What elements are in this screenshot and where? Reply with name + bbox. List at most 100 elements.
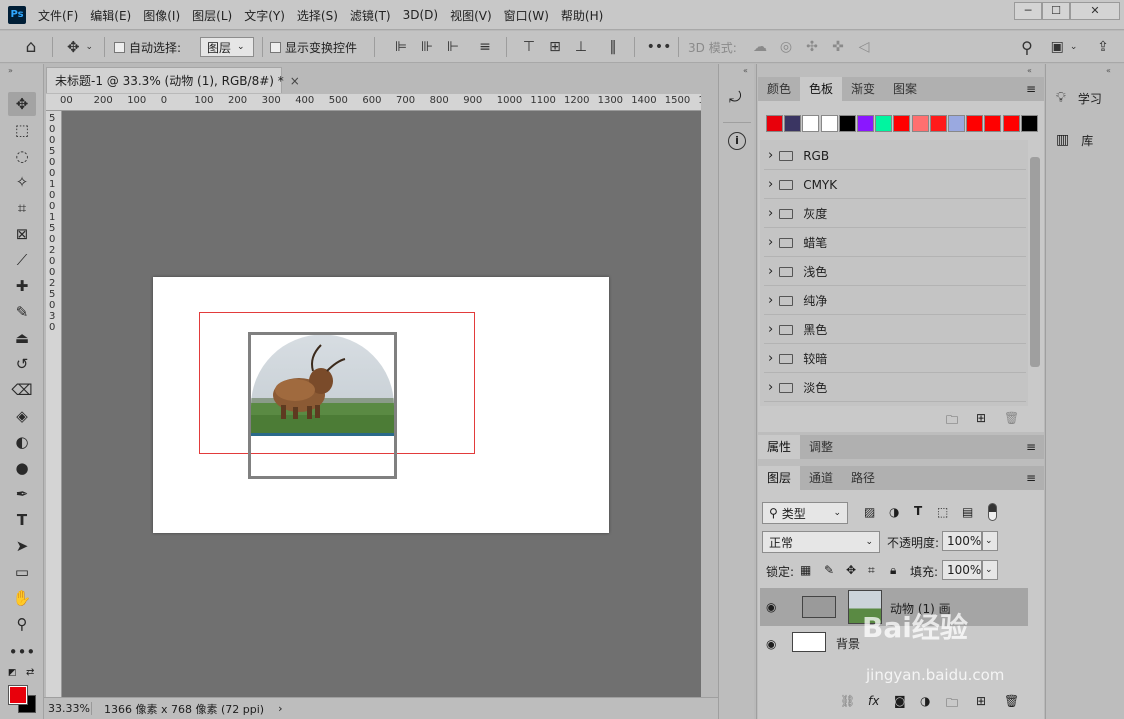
lock-image-icon[interactable]: ✎ [824,563,834,577]
zoom-tool-icon[interactable]: ⚲ [8,612,36,636]
color-swatch[interactable] [893,115,911,132]
close-window-button[interactable]: ✕ [1070,2,1120,20]
tab-paths[interactable]: 路径 [842,466,884,490]
color-swatch[interactable] [1020,115,1038,132]
color-swatch[interactable] [1002,115,1020,132]
filter-pixel-icon[interactable]: ▨ [864,505,875,519]
menu-help[interactable]: 帮助(H) [555,7,609,24]
learn-item[interactable]: 💡︎ 学习 [1046,82,1124,114]
link-layers-icon[interactable]: ⛓ [840,694,855,708]
layer-name[interactable]: 背景 [836,635,860,652]
panel-collapse-icon[interactable]: « [1106,66,1111,75]
swatch-group-row[interactable]: › RGB [764,142,1026,170]
chevron-right-icon[interactable]: › [768,148,773,163]
brush-tool-icon[interactable]: ✎ [8,300,36,324]
rectangle-tool-icon[interactable]: ▭ [8,560,36,584]
move-tool-preset-icon[interactable]: ✥ ⌄ [60,31,100,63]
panel-collapse-icon[interactable]: « [743,66,748,75]
panel-menu-icon[interactable]: ≡ [1026,82,1036,96]
adjustment-layer-icon[interactable]: ◑ [920,694,930,708]
chevron-right-icon[interactable]: › [768,351,773,366]
swatch-group-row[interactable]: › 蜡笔 [764,229,1026,257]
swatch-group-row[interactable]: › 淡色 [764,374,1026,402]
tab-layers[interactable]: 图层 [758,466,801,490]
add-mask-icon[interactable]: ◙ [894,694,906,708]
status-menu-icon[interactable]: › [278,702,282,715]
edit-toolbar-icon[interactable]: ••• [8,640,36,664]
align-top-icon[interactable]: ⊤ [516,31,542,63]
color-swatch[interactable] [857,115,874,132]
maximize-button[interactable]: ☐ [1042,2,1070,20]
swatch-group-row[interactable]: › CMYK [764,171,1026,199]
menu-filter[interactable]: 滤镜(T) [344,7,397,24]
magic-wand-tool-icon[interactable]: ✧ [8,170,36,194]
color-swatch[interactable] [984,115,1002,132]
tab-adjustments[interactable]: 调整 [800,435,842,459]
swatch-group-row[interactable]: › 浅色 [764,258,1026,286]
new-swatch-icon[interactable]: ⊞ [976,411,986,425]
color-swatch[interactable] [766,115,783,132]
auto-select-option[interactable]: 自动选择: [114,31,181,63]
filter-shape-icon[interactable]: ⬚ [937,505,948,519]
color-swatch[interactable] [838,115,856,132]
pen-tool-icon[interactable]: ✒ [8,482,36,506]
more-options-icon[interactable]: ••• [644,31,674,63]
document-tab[interactable]: 未标题-1 @ 33.3% (动物 (1), RGB/8#) * × [46,67,300,93]
align-center-icon[interactable]: ⊪ [414,31,440,63]
share-icon[interactable]: ⇪ [1090,31,1116,63]
default-colors-icon[interactable]: ◩ [8,668,17,678]
align-left-icon[interactable]: ⊫ [388,31,414,63]
align-right-icon[interactable]: ⊩ [440,31,466,63]
history-brush-tool-icon[interactable]: ↺ [8,352,36,376]
tab-patterns[interactable]: 图案 [884,77,926,101]
new-group-icon[interactable]: 🗀 [946,411,958,432]
align-middle-icon[interactable]: ⊞ [542,31,568,63]
blend-mode-dropdown[interactable]: 正常 ⌄ [762,531,880,553]
healing-brush-tool-icon[interactable]: ✚ [8,274,36,298]
distribute-horizontal-icon[interactable]: ‖ [600,31,626,63]
menu-type[interactable]: 文字(Y) [238,7,291,24]
chevron-right-icon[interactable]: › [768,235,773,250]
fill-slider-button[interactable]: ⌄ [982,560,998,580]
show-transform-checkbox[interactable] [270,41,281,53]
swatch-group-row[interactable]: › 较暗 [764,345,1026,373]
color-swatch[interactable] [948,115,965,132]
layer-filter-dropdown[interactable]: ⚲ 类型 ⌄ [762,502,848,524]
opacity-input[interactable]: 100% [942,531,982,551]
history-icon[interactable]: ⤾ [729,88,742,106]
menu-layer[interactable]: 图层(L) [186,7,238,24]
tab-channels[interactable]: 通道 [800,466,842,490]
info-icon[interactable]: i [728,132,746,150]
fx-icon[interactable]: fx [868,694,879,708]
chevron-right-icon[interactable]: › [768,264,773,279]
color-swatch[interactable] [820,115,838,132]
color-swatch[interactable] [784,115,802,132]
tab-properties[interactable]: 属性 [758,435,801,459]
chevron-right-icon[interactable]: › [768,177,773,192]
menu-view[interactable]: 视图(V) [444,7,498,24]
minimize-button[interactable]: ─ [1014,2,1042,20]
crop-tool-icon[interactable]: ⌗ [8,196,36,220]
lock-transparent-icon[interactable]: ▦ [800,563,811,577]
new-layer-icon[interactable]: ⊞ [976,694,986,708]
eye-icon[interactable]: ◉ [766,600,776,614]
frame-tool-icon[interactable]: ⊠ [8,222,36,246]
libraries-item[interactable]: ▥ 库 [1046,124,1124,156]
panel-collapse-icon[interactable]: » [8,66,13,75]
filter-type-icon[interactable]: T [914,504,922,518]
tab-swatches[interactable]: 色板 [800,77,843,101]
chevron-right-icon[interactable]: › [768,206,773,221]
tab-color[interactable]: 颜色 [758,77,800,101]
new-group-icon[interactable]: 🗀 [946,694,958,715]
close-tab-icon[interactable]: × [290,74,300,88]
auto-select-target[interactable]: 图层 ⌄ [200,31,254,63]
paint-bucket-tool-icon[interactable]: ◈ [8,404,36,428]
color-swatch[interactable] [802,115,820,132]
path-selection-tool-icon[interactable]: ➤ [8,534,36,558]
show-transform-option[interactable]: 显示变换控件 [270,31,357,63]
fill-input[interactable]: 100% [942,560,982,580]
panel-collapse-icon[interactable]: « [1027,66,1032,75]
chevron-right-icon[interactable]: › [768,293,773,308]
dodge-tool-icon[interactable]: ● [8,456,36,480]
panel-menu-icon[interactable]: ≡ [1026,471,1036,485]
